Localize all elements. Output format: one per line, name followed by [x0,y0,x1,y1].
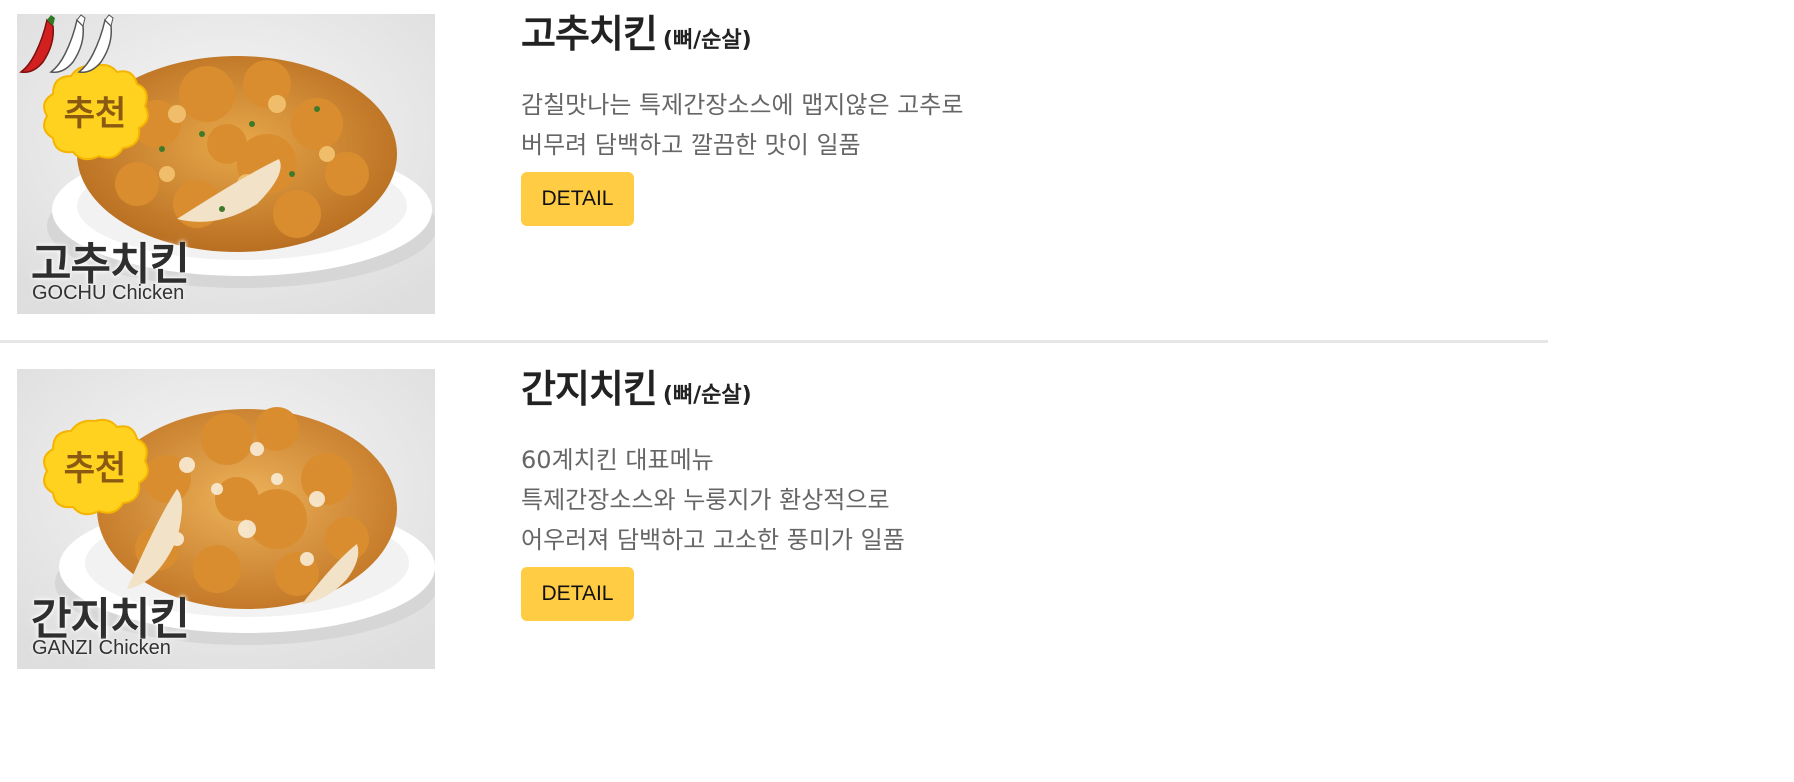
menu-item-title: 고추치킨 (뼈/순살) [521,8,963,67]
detail-button[interactable]: DETAIL [521,567,634,621]
description-line: 60계치킨 대표메뉴 [521,446,714,474]
image-name-en: GANZI Chicken [32,637,171,659]
menu-item-content: 간지치킨 (뼈/순살) 60계치킨 대표메뉴 특제간장소스와 누룽지가 환상적으로… [521,363,905,621]
description-line: 특제간장소스와 누룽지가 환상적으로 [521,486,890,514]
menu-item-ganzi: 추천 간지치킨 GANZI Chicken 간지치킨 (뼈/순살) 60계치킨 대… [0,343,1548,683]
menu-item-content: 고추치킨 (뼈/순살) 감칠맛나는 특제간장소스에 맵지않은 고추로 버무려 담백… [521,8,963,226]
badge-label: 추천 [63,449,127,489]
recommend-badge: 추천 [39,62,151,162]
menu-item-title-text: 간지치킨 [521,367,658,411]
detail-button[interactable]: DETAIL [521,172,634,226]
menu-item-subtitle: (뼈/순살) [662,383,752,408]
badge-label: 추천 [63,94,127,134]
menu-item-description: 감칠맛나는 특제간장소스에 맵지않은 고추로 버무려 담백하고 깔끔한 맛이 일… [521,85,963,165]
description-line: 버무려 담백하고 깔끔한 맛이 일품 [521,131,861,159]
description-line: 감칠맛나는 특제간장소스에 맵지않은 고추로 [521,91,964,119]
pepper-icon-empty [49,14,86,74]
pepper-icon-filled [19,15,55,74]
recommend-badge: 추천 [39,417,151,517]
menu-item-image[interactable]: 추천 간지치킨 GANZI Chicken [17,369,435,669]
image-name-en: GOCHU Chicken [32,282,185,304]
menu-item-gochu: 추천 고추치킨 GOCHU Chicken 고추치킨 (뼈/순살) 감칠맛나는 특… [0,0,1548,340]
spice-level-icon [19,14,114,74]
menu-item-image[interactable]: 추천 고추치킨 GOCHU Chicken [17,14,435,314]
description-line: 어우러져 담백하고 고소한 풍미가 일품 [521,526,905,554]
menu-item-title-text: 고추치킨 [521,12,658,56]
menu-item-description: 60계치킨 대표메뉴 특제간장소스와 누룽지가 환상적으로 어우러져 담백하고 … [521,440,905,560]
menu-item-subtitle: (뼈/순살) [662,28,752,53]
menu-item-title: 간지치킨 (뼈/순살) [521,363,905,422]
